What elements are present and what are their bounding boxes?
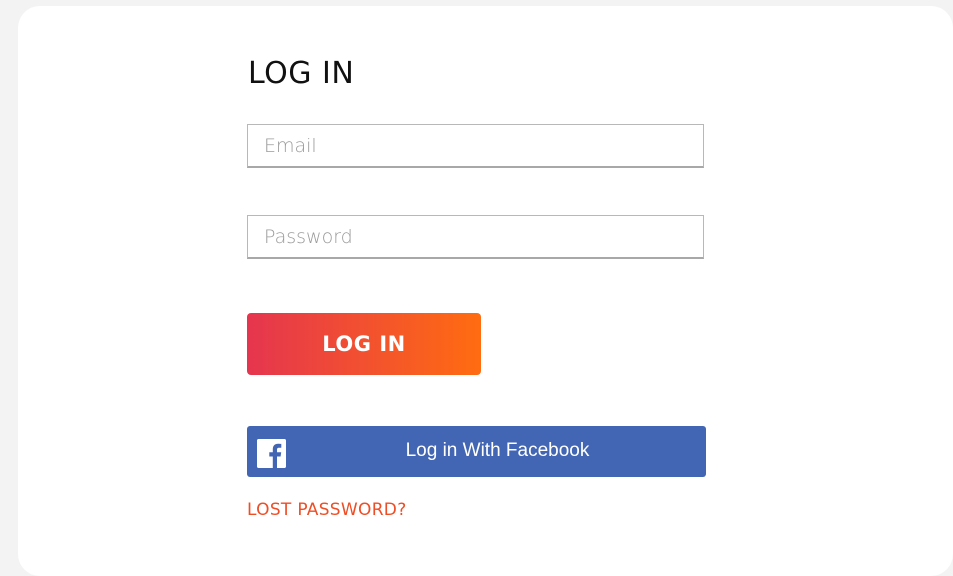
page-title: LOG IN — [248, 56, 355, 91]
login-card — [18, 6, 953, 576]
facebook-button-label: Log in With Facebook — [405, 440, 590, 461]
email-field[interactable] — [247, 124, 704, 168]
facebook-login-button[interactable]: Log in With Facebook — [247, 426, 706, 477]
password-field[interactable] — [247, 215, 704, 259]
lost-password-link[interactable]: LOST PASSWORD? — [247, 500, 407, 520]
login-button[interactable]: LOG IN — [247, 313, 481, 375]
